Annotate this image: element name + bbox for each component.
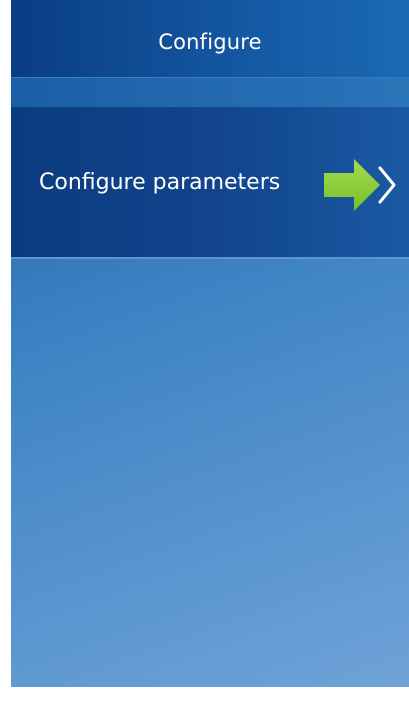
green-arrow-icon: [324, 159, 380, 211]
chevron-right-icon[interactable]: [377, 165, 397, 205]
page-title: Configure: [158, 29, 262, 54]
menu-item-label: Configure parameters: [39, 170, 281, 195]
empty-content-area: [11, 259, 409, 687]
title-bar: Configure: [11, 0, 409, 77]
menu-item-configure-parameters[interactable]: Configure parameters: [11, 107, 409, 259]
sub-header-bar: [11, 77, 409, 108]
device-screen: Configure Configure parameters: [11, 0, 409, 687]
